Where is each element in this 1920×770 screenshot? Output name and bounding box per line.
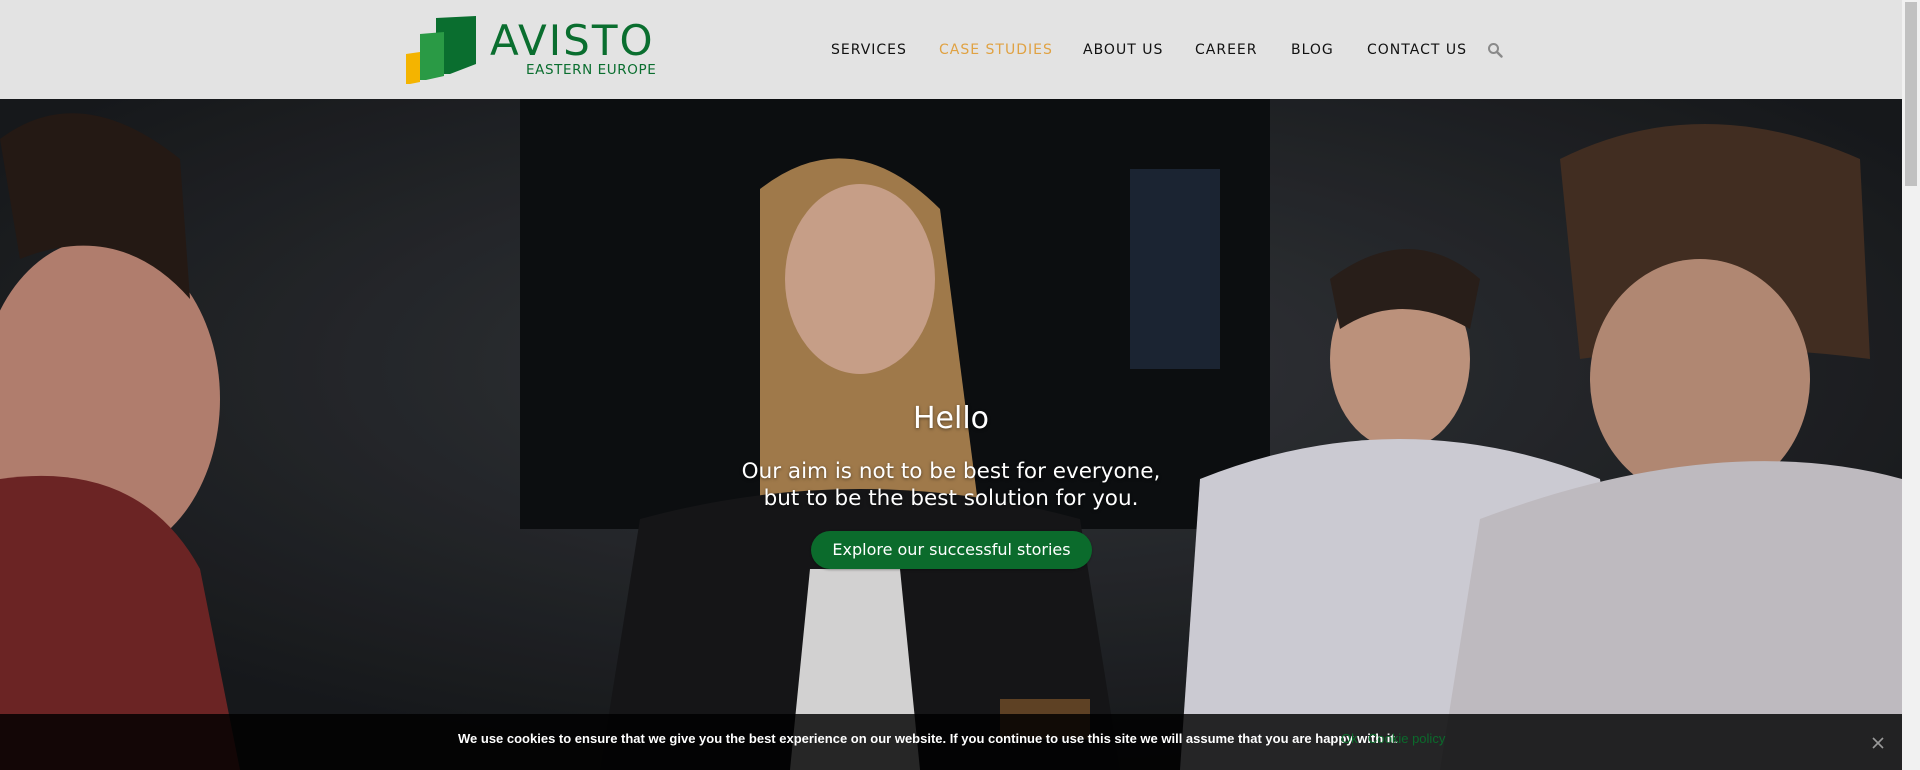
close-icon[interactable] bbox=[1870, 735, 1886, 751]
hero-section: Hello Our aim is not to be best for ever… bbox=[0, 99, 1902, 770]
site-header: AVISTO EASTERN EUROPE SERVICES CASE STUD… bbox=[0, 0, 1902, 99]
hero-title: Hello bbox=[912, 401, 990, 436]
hero-subtitle: Our aim is not to be best for everyone, … bbox=[0, 458, 1902, 512]
cookie-policy-link[interactable]: Cookie policy bbox=[1368, 731, 1445, 746]
page-scrollbar[interactable] bbox=[1902, 0, 1920, 770]
cookie-message: We use cookies to ensure that we give yo… bbox=[458, 731, 1399, 746]
scrollbar-thumb[interactable] bbox=[1905, 2, 1917, 186]
hero-subtitle-line-2: but to be the best solution for you. bbox=[763, 486, 1139, 511]
nav-career[interactable]: CAREER bbox=[1195, 42, 1258, 58]
nav-case-studies[interactable]: CASE STUDIES bbox=[939, 42, 1053, 58]
search-icon[interactable] bbox=[1487, 42, 1503, 58]
hero-subtitle-line-1: Our aim is not to be best for everyone, bbox=[741, 459, 1161, 484]
nav-about-us[interactable]: ABOUT US bbox=[1083, 42, 1163, 58]
nav-contact-us[interactable]: CONTACT US bbox=[1367, 42, 1467, 58]
cookie-banner: We use cookies to ensure that we give yo… bbox=[0, 714, 1902, 770]
nav-services[interactable]: SERVICES bbox=[831, 42, 907, 58]
nav-blog[interactable]: BLOG bbox=[1291, 42, 1334, 58]
explore-stories-button[interactable]: Explore our successful stories bbox=[811, 531, 1092, 569]
main-nav: SERVICES CASE STUDIES ABOUT US CAREER BL… bbox=[0, 0, 1902, 99]
cookie-ok-button[interactable]: Ok bbox=[1341, 731, 1358, 746]
